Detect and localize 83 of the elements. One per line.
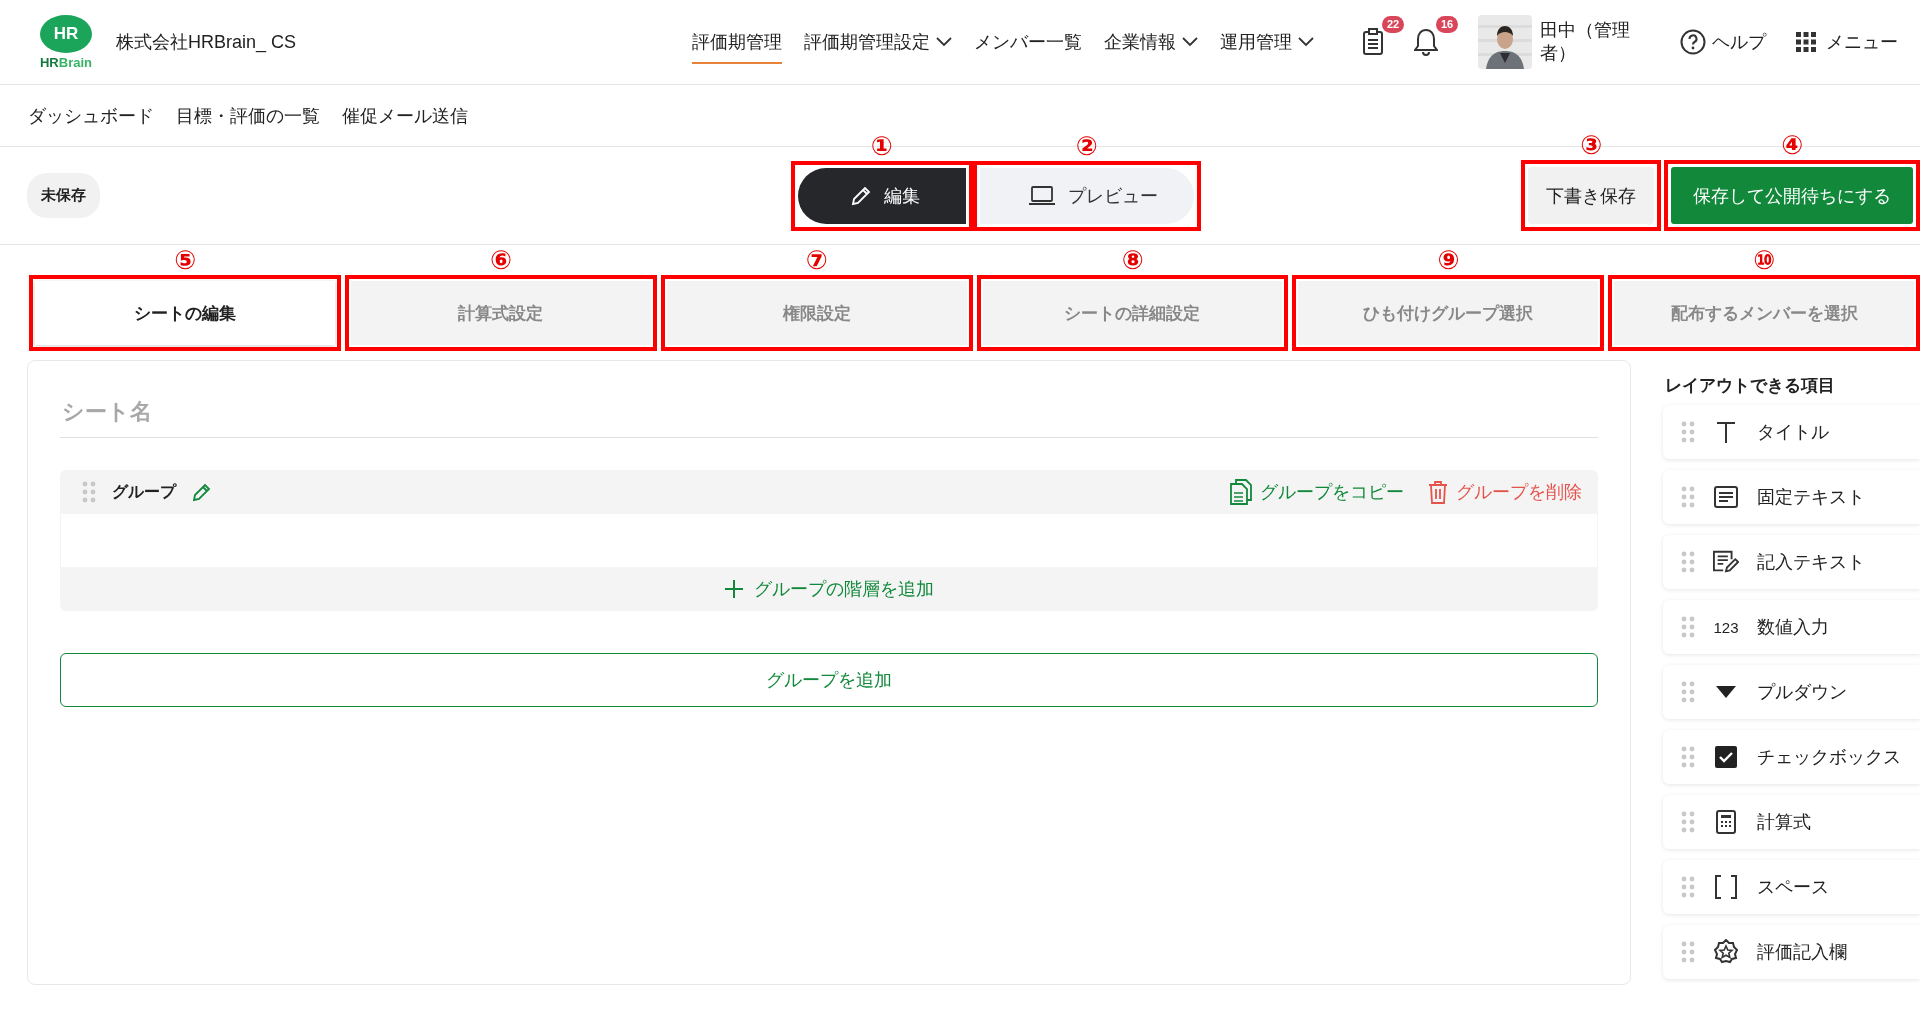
drag-handle-icon[interactable] [1681, 551, 1695, 573]
callout-number: ⑩ [1753, 247, 1776, 275]
drag-handle-icon[interactable] [1681, 616, 1695, 638]
nav-item[interactable]: メンバー一覧 [974, 20, 1082, 64]
status-badge: 未保存 [27, 173, 100, 218]
subnav-link[interactable]: 目標・評価の一覧 [176, 103, 320, 128]
palette-title: レイアウトできる項目 [1664, 375, 1836, 397]
help-icon [1680, 29, 1706, 55]
pencil-icon[interactable] [192, 482, 212, 502]
callout-number: ⑨ [1437, 247, 1460, 275]
drag-handle-icon[interactable] [82, 481, 96, 503]
palette-item[interactable]: タイトル [1663, 405, 1920, 459]
count-badge: 22 [1382, 16, 1405, 33]
callout-number: ⑥ [489, 247, 512, 275]
palette-item-label: タイトル [1757, 421, 1829, 444]
callout-number: ⑧ [1121, 247, 1144, 275]
number-icon: 123 [1713, 618, 1739, 636]
tab[interactable]: シートの編集 [35, 281, 335, 345]
palette-item[interactable]: 計算式 [1663, 795, 1920, 849]
publish-button[interactable]: 保存して公開待ちにする [1671, 167, 1913, 224]
drag-handle-icon[interactable] [1681, 421, 1695, 443]
palette-item[interactable]: 固定テキスト [1663, 470, 1920, 524]
star-badge-icon [1713, 939, 1739, 965]
callout-number: ③ [1580, 132, 1602, 160]
palette-item-label: 記入テキスト [1757, 551, 1865, 574]
document-icon [1714, 486, 1738, 508]
subnav-link[interactable]: ダッシュボード [28, 103, 154, 128]
nav-item[interactable]: 評価期管理 [692, 20, 782, 64]
help-link[interactable]: ヘルプ [1680, 29, 1766, 55]
drag-handle-icon[interactable] [1681, 876, 1695, 898]
nav-item[interactable]: 企業情報 [1104, 20, 1198, 64]
callout-number: ⑤ [173, 247, 196, 275]
palette-item[interactable]: プルダウン [1663, 665, 1920, 719]
drag-handle-icon[interactable] [1681, 681, 1695, 703]
callout-number: ① [870, 132, 893, 161]
palette-item[interactable]: 評価記入欄 [1663, 925, 1920, 979]
palette-item[interactable]: チェックボックス [1663, 730, 1920, 784]
menu-button[interactable]: メニュー [1796, 30, 1898, 54]
plus-icon [724, 579, 744, 599]
drag-handle-icon[interactable] [1681, 811, 1695, 833]
palette-item-label: 数値入力 [1757, 616, 1829, 639]
clipboard-button[interactable] [1362, 28, 1384, 56]
nav-item[interactable]: 運用管理 [1220, 20, 1314, 64]
palette-item[interactable]: 123 数値入力 [1663, 600, 1920, 654]
edit-document-icon [1713, 549, 1739, 575]
company-name: 株式会社HRBrain_ CS [116, 31, 297, 54]
drag-handle-icon[interactable] [1681, 746, 1695, 768]
calculator-icon [1716, 810, 1736, 834]
grid-icon [1796, 32, 1816, 52]
pencil-icon [849, 184, 872, 207]
palette-item-label: 計算式 [1757, 811, 1811, 834]
add-group-button[interactable]: グループを追加 [60, 653, 1598, 707]
callout-number: ④ [1781, 132, 1803, 160]
brackets-icon [1714, 875, 1738, 899]
palette-item-label: プルダウン [1757, 681, 1847, 704]
logo-wordmark: HRBrain [40, 56, 92, 69]
palette-item-label: 評価記入欄 [1757, 941, 1847, 964]
triangle-down-icon [1715, 685, 1737, 699]
drag-handle-icon[interactable] [1681, 941, 1695, 963]
count-badge: 16 [1436, 16, 1459, 33]
palette-item-label: 固定テキスト [1757, 486, 1865, 509]
nav-item[interactable]: 評価期管理設定 [804, 20, 952, 64]
bell-button[interactable] [1414, 28, 1438, 56]
drag-handle-icon[interactable] [1681, 486, 1695, 508]
add-level-button[interactable]: グループの階層を追加 [60, 567, 1598, 611]
checkbox-icon [1715, 746, 1737, 768]
subnav-link[interactable]: 催促メール送信 [342, 103, 468, 128]
preview-tab[interactable]: プレビュー [979, 167, 1194, 224]
palette-item-label: スペース [1757, 876, 1829, 899]
edit-tab[interactable]: 編集 [797, 167, 966, 224]
palette-item[interactable]: 記入テキスト [1663, 535, 1920, 589]
trash-icon [1428, 480, 1448, 504]
palette-item[interactable]: スペース [1663, 860, 1920, 914]
group-title: グループ [112, 481, 176, 502]
draft-save-button[interactable]: 下書き保存 [1528, 167, 1654, 224]
text-icon [1715, 420, 1737, 444]
callout-number: ② [1075, 132, 1098, 161]
copy-group-button[interactable]: グループをコピー [1230, 479, 1404, 505]
palette-item-label: チェックボックス [1757, 746, 1901, 769]
callout-number: ⑦ [805, 247, 828, 275]
laptop-icon [1027, 184, 1056, 207]
copy-icon [1230, 479, 1252, 505]
user-name[interactable]: 田中（管理者） [1540, 18, 1636, 66]
